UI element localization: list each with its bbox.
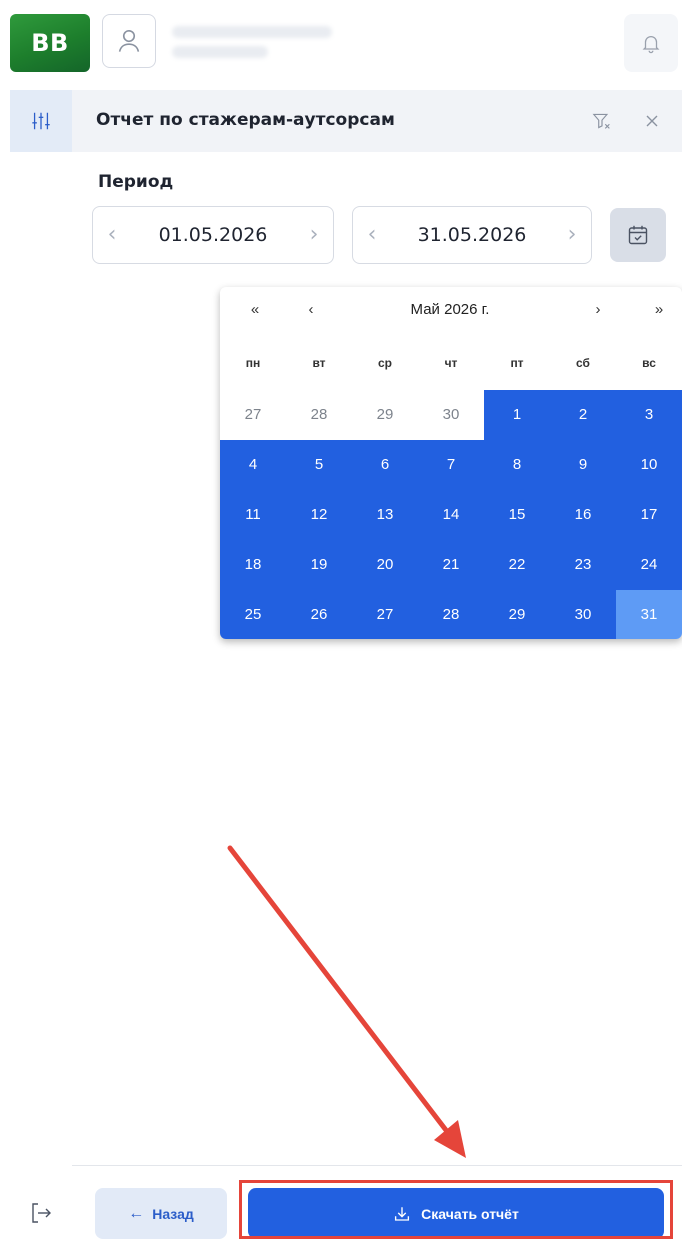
calendar-day[interactable]: 30 xyxy=(418,390,484,440)
calendar-month-label[interactable]: Май 2026 г. xyxy=(370,301,530,318)
calendar-day[interactable]: 13 xyxy=(352,490,418,540)
weekday-label: вт xyxy=(312,356,326,370)
footer-divider xyxy=(72,1165,682,1166)
back-button[interactable]: ← Назад xyxy=(95,1188,227,1239)
date-from-value[interactable]: 01.05.2026 xyxy=(123,224,303,246)
calendar-day[interactable]: 12 xyxy=(286,490,352,540)
calendar-day[interactable]: 2 xyxy=(550,390,616,440)
weekday-label: сб xyxy=(576,356,590,370)
calendar-day[interactable]: 6 xyxy=(352,440,418,490)
bell-icon xyxy=(642,36,660,54)
report-title-bar: Отчет по стажерам-аутсорсам xyxy=(72,90,682,152)
close-panel-button[interactable] xyxy=(638,108,666,134)
calendar-day[interactable]: 7 xyxy=(418,440,484,490)
date-to-next-button[interactable]: › xyxy=(561,223,583,247)
calendar-day[interactable]: 9 xyxy=(550,440,616,490)
calendar-day[interactable]: 26 xyxy=(286,590,352,639)
calendar-day[interactable]: 16 xyxy=(550,490,616,540)
calendar-day[interactable]: 28 xyxy=(286,390,352,440)
calendar-day[interactable]: 21 xyxy=(418,540,484,590)
app-logo[interactable]: BB xyxy=(10,14,90,72)
calendar-day[interactable]: 30 xyxy=(550,590,616,639)
calendar-day[interactable]: 29 xyxy=(352,390,418,440)
filter-sliders-icon xyxy=(32,112,50,130)
calendar-day[interactable]: 17 xyxy=(616,490,682,540)
calendar-day[interactable]: 25 xyxy=(220,590,286,639)
weekday-label: вс xyxy=(642,356,656,370)
calendar-toggle-button[interactable] xyxy=(610,208,666,262)
calendar-day[interactable]: 11 xyxy=(220,490,286,540)
filters-rail-button[interactable] xyxy=(10,90,72,152)
calendar-day[interactable]: 3 xyxy=(616,390,682,440)
user-icon xyxy=(118,29,140,52)
logout-button[interactable] xyxy=(14,1195,68,1231)
calendar-day[interactable]: 10 xyxy=(616,440,682,490)
calendar-day[interactable]: 23 xyxy=(550,540,616,590)
prev-year-button[interactable]: « xyxy=(240,301,270,318)
filter-clear-icon xyxy=(592,113,610,129)
calendar-day[interactable]: 31 xyxy=(616,590,682,639)
date-from-prev-button[interactable]: ‹ xyxy=(101,223,123,247)
calendar-day[interactable]: 19 xyxy=(286,540,352,590)
date-to-prev-button[interactable]: ‹ xyxy=(361,223,383,247)
back-button-label: Назад xyxy=(152,1205,194,1222)
calendar-day[interactable]: 8 xyxy=(484,440,550,490)
date-to-field[interactable]: ‹ 31.05.2026 › xyxy=(352,206,592,264)
logout-icon xyxy=(32,1203,51,1223)
calendar-day[interactable]: 15 xyxy=(484,490,550,540)
calendar-day[interactable]: 4 xyxy=(220,440,286,490)
annotation-highlight-box xyxy=(239,1180,673,1239)
date-from-next-button[interactable]: › xyxy=(303,223,325,247)
period-label: Период xyxy=(98,172,174,192)
user-profile-button[interactable] xyxy=(102,14,156,68)
weekday-label: пн xyxy=(245,356,261,370)
calendar-day[interactable]: 22 xyxy=(484,540,550,590)
calendar-icon xyxy=(628,225,648,245)
page-title: Отчет по стажерам-аутсорсам xyxy=(96,110,395,130)
calendar-popup: « ‹ Май 2026 г. › » пн вт ср чт пт сб вс 27 28 2… xyxy=(220,287,682,639)
next-year-button[interactable]: » xyxy=(644,301,674,318)
calendar-day[interactable]: 28 xyxy=(418,590,484,639)
calendar-day[interactable]: 27 xyxy=(220,390,286,440)
calendar-day[interactable]: 14 xyxy=(418,490,484,540)
app-header: BB xyxy=(0,0,682,86)
weekday-label: пт xyxy=(510,356,524,370)
calendar-day[interactable]: 29 xyxy=(484,590,550,639)
calendar-day[interactable]: 27 xyxy=(352,590,418,639)
next-month-button[interactable]: › xyxy=(583,301,613,318)
date-to-value[interactable]: 31.05.2026 xyxy=(383,224,561,246)
weekday-label: ср xyxy=(377,356,392,370)
calendar-day[interactable]: 20 xyxy=(352,540,418,590)
calendar-day[interactable]: 1 xyxy=(484,390,550,440)
calendar-navigation: « ‹ Май 2026 г. › » xyxy=(220,287,682,337)
prev-month-button[interactable]: ‹ xyxy=(296,301,326,318)
arrow-left-icon: ← xyxy=(128,1204,145,1222)
weekday-label: чт xyxy=(444,356,458,370)
date-from-field[interactable]: ‹ 01.05.2026 › xyxy=(92,206,334,264)
notifications-button[interactable] xyxy=(624,14,678,72)
calendar-day[interactable]: 5 xyxy=(286,440,352,490)
clear-filters-button[interactable] xyxy=(588,108,616,134)
calendar-day[interactable]: 24 xyxy=(616,540,682,590)
close-icon xyxy=(646,115,658,127)
user-name-blurred xyxy=(172,26,332,58)
calendar-day[interactable]: 18 xyxy=(220,540,286,590)
